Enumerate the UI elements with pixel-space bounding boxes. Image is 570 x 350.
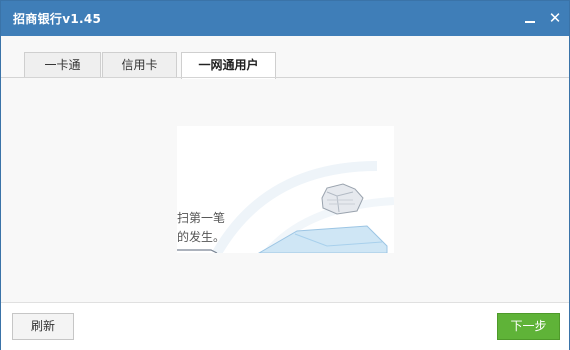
illustration-text-line1: 扫第一笔 bbox=[177, 211, 226, 225]
next-label: 下一步 bbox=[510, 319, 547, 333]
app-window: 招商银行v1.45 ✕ 一卡通 信用卡 一网通用户 扫第一笔 的发生。 刷新 下… bbox=[0, 0, 570, 350]
footer-bar: 刷新 下一步 bbox=[1, 302, 569, 350]
tab-label: 信用卡 bbox=[121, 58, 158, 72]
main-content: 一卡通 信用卡 一网通用户 扫第一笔 的发生。 bbox=[1, 36, 569, 302]
tab-divider bbox=[1, 77, 569, 78]
close-button[interactable]: ✕ bbox=[544, 7, 566, 29]
tab-label: 一卡通 bbox=[44, 58, 81, 72]
close-icon: ✕ bbox=[548, 9, 562, 27]
cloud-icon bbox=[321, 183, 364, 215]
window-title: 招商银行v1.45 bbox=[13, 12, 102, 26]
next-button[interactable]: 下一步 bbox=[497, 313, 560, 340]
tab-label: 一网通用户 bbox=[198, 58, 259, 72]
minimize-button[interactable] bbox=[519, 7, 541, 29]
title-bar[interactable]: 招商银行v1.45 ✕ bbox=[1, 1, 569, 36]
tab-debit-card[interactable]: 一卡通 bbox=[24, 52, 101, 77]
tab-credit-card[interactable]: 信用卡 bbox=[102, 52, 177, 77]
tab-online-user[interactable]: 一网通用户 bbox=[181, 52, 276, 79]
refresh-button[interactable]: 刷新 bbox=[12, 313, 74, 340]
refresh-label: 刷新 bbox=[30, 319, 55, 333]
minimize-icon bbox=[525, 21, 535, 23]
illustration-text-line2: 的发生。 bbox=[177, 230, 226, 244]
illustration-panel: 扫第一笔 的发生。 bbox=[177, 126, 394, 253]
